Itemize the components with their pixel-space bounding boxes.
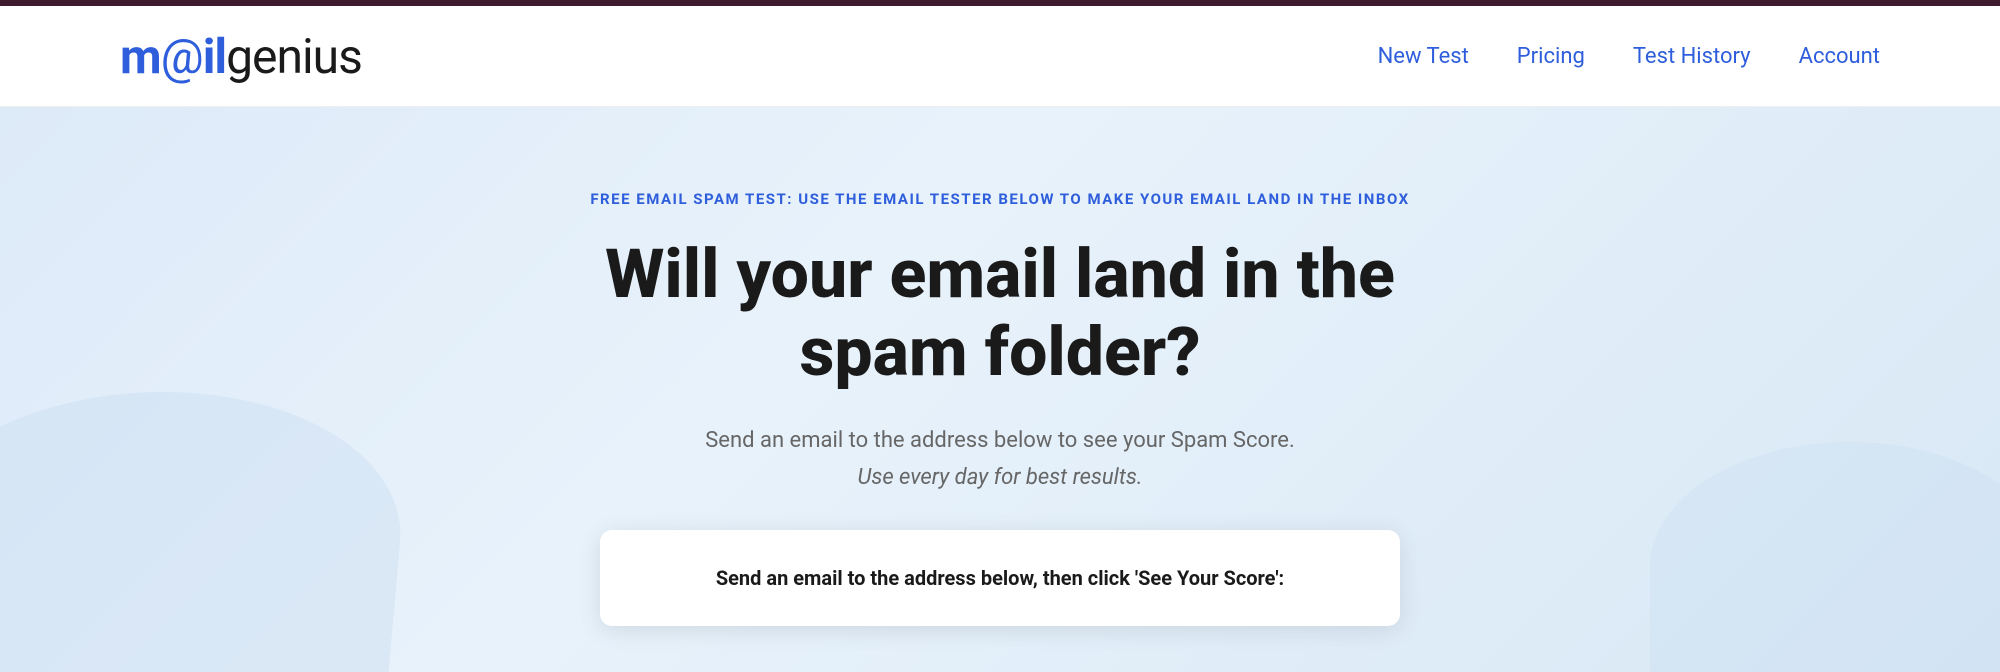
nav-test-history[interactable]: Test History [1633,44,1751,69]
card-title: Send an email to the address below, then… [648,566,1352,590]
nav-account[interactable]: Account [1799,44,1880,69]
nav-pricing[interactable]: Pricing [1517,44,1585,69]
hero-section: FREE EMAIL SPAM TEST: USE THE EMAIL TEST… [0,107,2000,672]
main-nav: New Test Pricing Test History Account [1378,44,1880,69]
logo-m: m [120,28,161,85]
hero-subtitle: FREE EMAIL SPAM TEST: USE THE EMAIL TEST… [590,187,1409,211]
nav-new-test[interactable]: New Test [1378,44,1469,69]
logo-genius: genius [226,28,362,85]
hero-description-italic: Use every day for best results. [858,465,1143,490]
site-header: m@ilgenius New Test Pricing Test History… [0,6,2000,107]
logo-text: m@ilgenius [120,28,362,85]
logo-il: il [203,28,226,85]
logo-at: @ [161,28,203,85]
hero-card: Send an email to the address below, then… [600,530,1400,626]
hero-description: Send an email to the address below to se… [705,423,1295,458]
hero-title: Will your email land in the spam folder? [550,235,1450,391]
logo[interactable]: m@ilgenius [120,28,362,85]
